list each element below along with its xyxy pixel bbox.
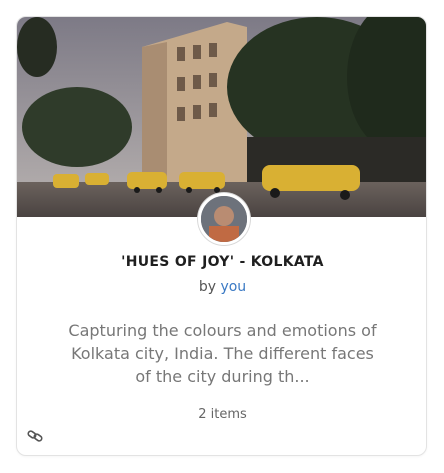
collection-description: Capturing the colours and emotions of Ko… <box>68 321 377 386</box>
collection-title[interactable]: 'HUES OF JOY' - KOLKATA <box>17 254 426 270</box>
byline-prefix: by <box>198 279 216 295</box>
byline: by you <box>17 279 426 295</box>
cover-image[interactable] <box>17 17 426 217</box>
collection-card[interactable]: 'HUES OF JOY' - KOLKATA by you Capturing… <box>16 16 427 456</box>
item-count: 2 items <box>198 407 247 422</box>
link-icon[interactable] <box>26 427 44 445</box>
author-avatar[interactable] <box>198 193 250 245</box>
author-link[interactable]: you <box>220 279 246 295</box>
